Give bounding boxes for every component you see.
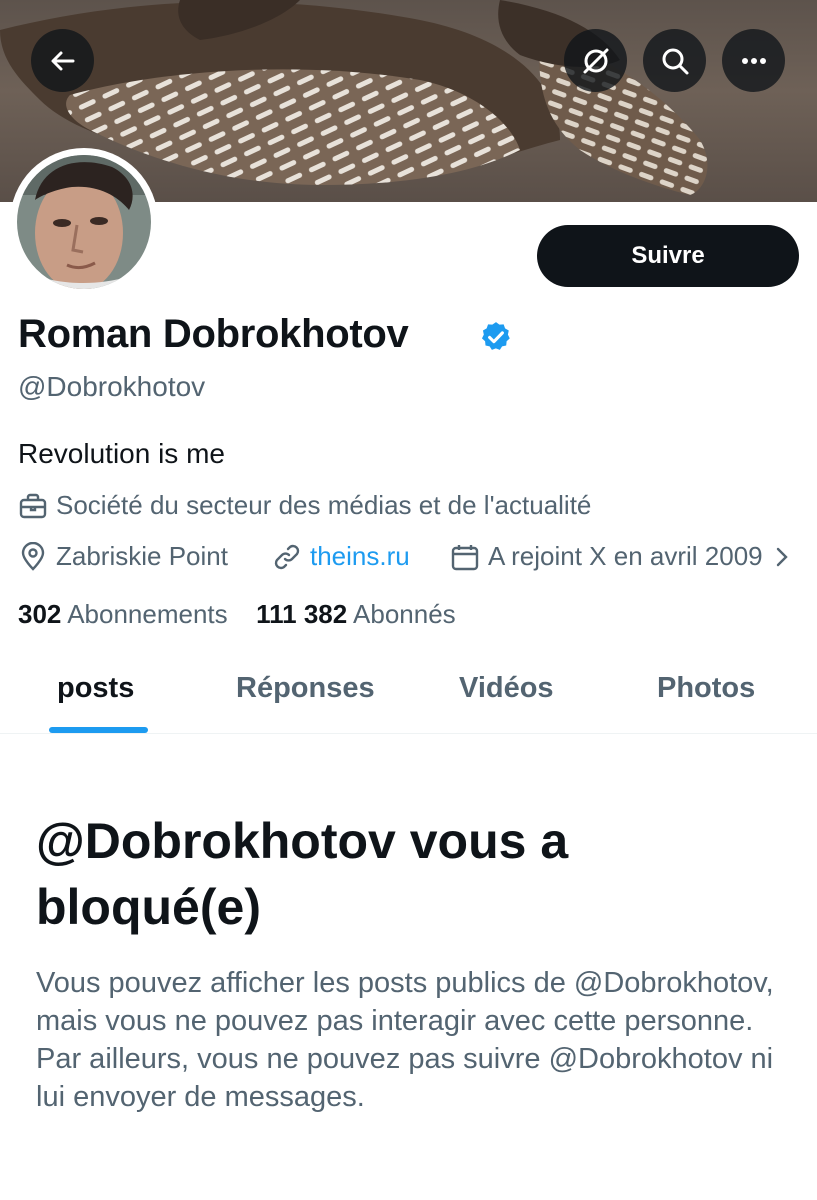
- category-label: Société du secteur des médias et de l'ac…: [56, 490, 592, 520]
- tab-replies[interactable]: Réponses: [236, 672, 375, 705]
- location-pin-icon: [21, 541, 45, 571]
- link-icon: [274, 544, 300, 569]
- briefcase-icon: [19, 493, 47, 518]
- blocked-description: Vous pouvez afficher les posts publics d…: [36, 967, 774, 1113]
- avatar[interactable]: [10, 148, 158, 296]
- profile-website[interactable]: theins.ru: [272, 541, 410, 572]
- more-button[interactable]: [722, 29, 785, 92]
- followers-label: Abonnés: [353, 599, 456, 629]
- tabs-divider: [0, 733, 817, 734]
- grok-button[interactable]: [564, 29, 627, 92]
- search-button[interactable]: [643, 29, 706, 92]
- calendar-icon: [451, 544, 479, 570]
- avatar-photo: [17, 155, 151, 289]
- blocked-title: @Dobrokhotov vous a bloqué(e): [36, 813, 569, 935]
- followers-stat[interactable]: 111 382 Abonnés: [256, 599, 456, 629]
- profile-stats: 302 Abonnements 111 382 Abonnés: [18, 599, 456, 630]
- followers-count: 111 382: [256, 599, 348, 629]
- profile-handle: @Dobrokhotov: [18, 371, 206, 402]
- arrow-left-icon: [51, 51, 74, 70]
- more-dots-icon: [741, 57, 766, 64]
- tab-videos[interactable]: Vidéos: [459, 672, 554, 705]
- verified-badge-icon[interactable]: [479, 320, 513, 354]
- back-button[interactable]: [31, 29, 94, 92]
- tab-posts[interactable]: posts: [57, 672, 134, 705]
- website-link[interactable]: theins.ru: [310, 541, 410, 572]
- profile-joined: A rejoint X en avril 2009: [450, 541, 799, 572]
- joined-label: A rejoint X en avril 2009: [488, 541, 763, 571]
- grok-slash-icon: [583, 48, 608, 73]
- following-count: 302: [18, 599, 62, 629]
- profile-location: Zabriskie Point: [18, 541, 228, 572]
- tab-photos[interactable]: Photos: [657, 672, 755, 705]
- profile-bio: Revolution is me: [18, 438, 225, 469]
- search-icon: [662, 48, 688, 74]
- chevron-right-icon[interactable]: [773, 545, 791, 569]
- following-label: Abonnements: [67, 599, 228, 629]
- profile-name: Roman Dobrokhotov: [18, 312, 409, 356]
- location-label: Zabriskie Point: [56, 541, 228, 571]
- follow-button[interactable]: Suivre: [537, 225, 799, 287]
- following-stat[interactable]: 302 Abonnements: [18, 599, 235, 629]
- profile-category: Société du secteur des médias et de l'ac…: [18, 490, 591, 521]
